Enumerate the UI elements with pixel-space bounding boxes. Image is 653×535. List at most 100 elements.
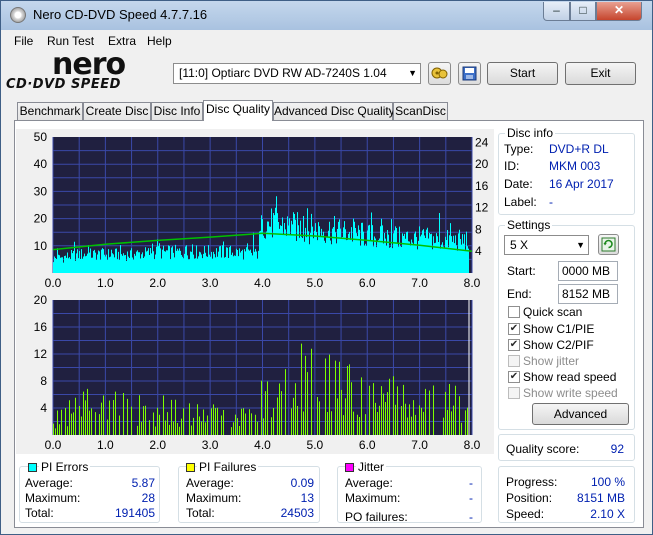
- quick-scan-label[interactable]: Quick scan: [523, 305, 582, 319]
- charts-area: 10 20 30 40 50 4 8 12 16 20 24 0.0 1.0 2.0 3.0 4.0 5.0 6.…: [16, 129, 494, 454]
- id-value: MKM 003: [549, 159, 601, 173]
- pi-errors-swatch: [28, 463, 37, 472]
- chart1-y2-tick-label: 4: [475, 244, 482, 258]
- pi-errors-total-label: Total:: [25, 506, 54, 520]
- show-c1-pie-checkbox[interactable]: [508, 323, 520, 335]
- tab-create-disc[interactable]: Create Disc: [83, 102, 151, 121]
- chart1-x-tick-label: 3.0: [202, 276, 219, 290]
- jitter-average: -: [469, 476, 473, 490]
- chart2-x-tick-label: 6.0: [359, 438, 376, 452]
- show-jitter-checkbox: [508, 355, 520, 367]
- menu-extra[interactable]: Extra: [108, 34, 136, 48]
- type-label: Type:: [504, 142, 534, 156]
- tab-disc-info[interactable]: Disc Info: [151, 102, 203, 121]
- pi-failures-average-label: Average:: [186, 476, 234, 490]
- save-button[interactable]: [458, 62, 481, 85]
- chart1-y-tick-label: 10: [34, 239, 48, 253]
- menu-file[interactable]: File: [14, 34, 33, 48]
- chart2-x-tick-label: 7.0: [411, 438, 428, 452]
- window-title: Nero CD-DVD Speed 4.7.7.16: [33, 7, 208, 22]
- speed-label: Speed:: [506, 507, 545, 521]
- maximize-button[interactable]: □: [570, 2, 596, 21]
- date-value: 16 Apr 2017: [549, 177, 614, 191]
- refresh-speed-button[interactable]: [598, 234, 619, 255]
- close-button[interactable]: ✕: [596, 2, 642, 21]
- tab-advanced-disc-quality[interactable]: Advanced Disc Quality: [273, 102, 395, 121]
- chevron-down-icon: ▼: [408, 68, 417, 78]
- refresh-icon: [601, 237, 616, 252]
- show-read-speed-label[interactable]: Show read speed: [523, 370, 616, 384]
- quality-score-label: Quality score:: [506, 442, 580, 456]
- minimize-button[interactable]: –: [543, 2, 570, 21]
- logo-bottom-text: CD·DVD SPEED: [6, 77, 121, 92]
- chart1-y2-tick-label: 8: [475, 222, 482, 236]
- chart1-y2-tick-label: 24: [475, 135, 489, 149]
- show-write-speed-label: Show write speed: [523, 386, 618, 400]
- title-bar[interactable]: Nero CD-DVD Speed 4.7.7.16 – □ ✕: [1, 1, 652, 30]
- pi-errors-maximum-label: Maximum:: [25, 491, 81, 505]
- pi-failures-swatch: [186, 463, 195, 472]
- disc-info-title: Disc info: [505, 126, 556, 140]
- chart1-x-tick-label: 7.0: [411, 276, 428, 290]
- speed-value: 2.10 X: [590, 507, 625, 521]
- drive-info-button[interactable]: [428, 62, 451, 85]
- chevron-down-icon: ▼: [576, 240, 585, 250]
- jitter-title: Jitter: [356, 460, 387, 474]
- chart2-x-tick-label: 2.0: [149, 438, 166, 452]
- drive-gear-icon: [431, 67, 448, 79]
- progress-value: 100 %: [590, 475, 625, 489]
- chart1-x-tick-label: 2.0: [149, 276, 166, 290]
- pi-failures-total-label: Total:: [186, 506, 215, 520]
- pi-failures-maximum: 13: [300, 491, 314, 505]
- speed-select-value: 5 X: [510, 238, 529, 252]
- chart1-y-tick-label: 20: [34, 212, 48, 226]
- quick-scan-checkbox[interactable]: [508, 306, 520, 318]
- chart1-x-tick-label: 0.0: [45, 276, 62, 290]
- chart1-x-tick-label: 5.0: [307, 276, 324, 290]
- chart2-y-tick-label: 4: [40, 401, 47, 415]
- jitter-average-label: Average:: [345, 476, 393, 490]
- tab-benchmark[interactable]: Benchmark: [17, 102, 83, 121]
- chart1-y2-tick-label: 16: [475, 179, 489, 193]
- pi-errors-average-label: Average:: [25, 476, 73, 490]
- show-c1-pie-label[interactable]: Show C1/PIE: [523, 322, 594, 336]
- show-read-speed-checkbox[interactable]: [508, 371, 520, 383]
- position-label: Position:: [506, 491, 553, 505]
- start-label: Start:: [507, 264, 536, 278]
- tab-disc-quality[interactable]: Disc Quality: [203, 100, 273, 121]
- label-label: Label:: [504, 195, 537, 209]
- chart2-x-tick-label: 0.0: [45, 438, 62, 452]
- pi-errors-title: PI Errors: [39, 460, 91, 474]
- chart2-y-tick-label: 20: [34, 293, 48, 307]
- label-value: -: [549, 195, 553, 209]
- pi-failures-total: 24503: [280, 506, 314, 520]
- exit-button[interactable]: Exit: [565, 62, 636, 85]
- chart2-x-tick-label: 3.0: [202, 438, 219, 452]
- start-button[interactable]: Start: [487, 62, 558, 85]
- chart1-x-tick-label: 4.0: [254, 276, 271, 290]
- show-write-speed-checkbox: [508, 387, 520, 399]
- show-c2-pif-checkbox[interactable]: [508, 339, 520, 351]
- quality-score-value: 92: [610, 442, 624, 456]
- nero-logo: nero CD·DVD SPEED: [6, 47, 166, 95]
- jitter-swatch: [345, 463, 354, 472]
- speed-select[interactable]: 5 X ▼: [504, 235, 589, 255]
- show-c2-pif-label[interactable]: Show C2/PIF: [523, 338, 594, 352]
- chart1-y2-tick-label: 12: [475, 201, 489, 215]
- advanced-button[interactable]: Advanced: [532, 403, 629, 425]
- settings-title: Settings: [505, 218, 553, 232]
- chart2-y-tick-label: 8: [40, 374, 47, 388]
- pi-errors-average: 5.87: [131, 476, 155, 490]
- po-failures-label: PO failures:: [345, 510, 408, 524]
- drive-select[interactable]: [11:0] Optiarc DVD RW AD-7240S 1.04 ▼: [173, 63, 421, 84]
- end-field[interactable]: 8152 MB: [558, 284, 618, 304]
- tab-scandisc[interactable]: ScanDisc: [393, 102, 448, 121]
- start-field[interactable]: 0000 MB: [558, 261, 618, 281]
- menu-help[interactable]: Help: [147, 34, 172, 48]
- end-label: End:: [507, 287, 532, 301]
- menu-run-test[interactable]: Run Test: [47, 34, 94, 48]
- position-value: 8151 MB: [576, 491, 625, 505]
- pi-errors-total: 191405: [114, 506, 155, 520]
- type-value: DVD+R DL: [549, 142, 609, 156]
- chart1-y-tick-label: 50: [34, 130, 48, 144]
